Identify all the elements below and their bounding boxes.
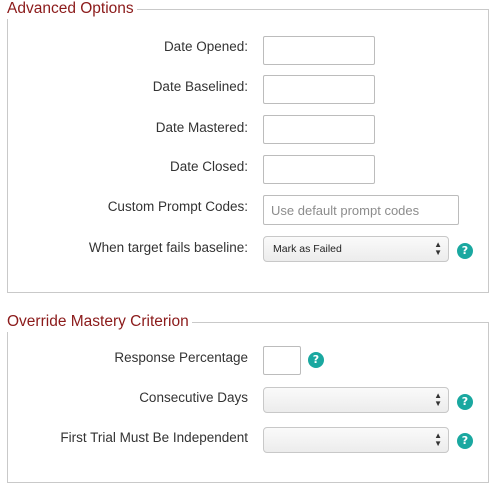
date-mastered-input[interactable]: [263, 115, 375, 144]
question-circle-icon[interactable]: ?: [308, 352, 324, 368]
select-arrows-icon: ▲ ▼: [434, 431, 442, 448]
date-mastered-label: Date Mastered:: [155, 120, 248, 135]
response-percentage-label: Response Percentage: [114, 350, 248, 365]
question-circle-icon[interactable]: ?: [457, 433, 473, 449]
custom-prompt-codes-input[interactable]: [263, 195, 459, 225]
date-opened-input[interactable]: [263, 36, 375, 65]
date-baselined-input[interactable]: [263, 75, 375, 104]
first-trial-select[interactable]: ▲ ▼: [263, 427, 449, 453]
response-percentage-input[interactable]: [263, 346, 301, 375]
select-arrows-icon: ▲ ▼: [434, 391, 442, 408]
override-mastery-fieldset: Override Mastery Criterion Response Perc…: [7, 312, 489, 483]
custom-prompt-codes-label: Custom Prompt Codes:: [107, 199, 248, 214]
date-closed-label: Date Closed:: [169, 159, 248, 174]
date-baselined-label: Date Baselined:: [152, 79, 248, 94]
baseline-fail-select-value: Mark as Failed: [273, 243, 342, 255]
date-opened-label: Date Opened:: [163, 39, 248, 54]
baseline-fail-select[interactable]: Mark as Failed ▲ ▼: [263, 236, 449, 262]
question-circle-icon[interactable]: ?: [457, 243, 473, 259]
consecutive-days-label: Consecutive Days: [139, 390, 248, 405]
date-closed-input[interactable]: [263, 155, 375, 184]
question-circle-icon[interactable]: ?: [457, 394, 473, 410]
select-arrows-icon: ▲ ▼: [434, 240, 442, 257]
advanced-options-fieldset: Advanced Options Date Opened: Date Basel…: [7, 0, 489, 293]
baseline-fail-label: When target fails baseline:: [88, 240, 248, 255]
first-trial-label: First Trial Must Be Independent: [60, 430, 248, 445]
override-mastery-legend: Override Mastery Criterion: [7, 312, 192, 332]
consecutive-days-select[interactable]: ▲ ▼: [263, 387, 449, 413]
advanced-options-legend: Advanced Options: [7, 0, 137, 19]
